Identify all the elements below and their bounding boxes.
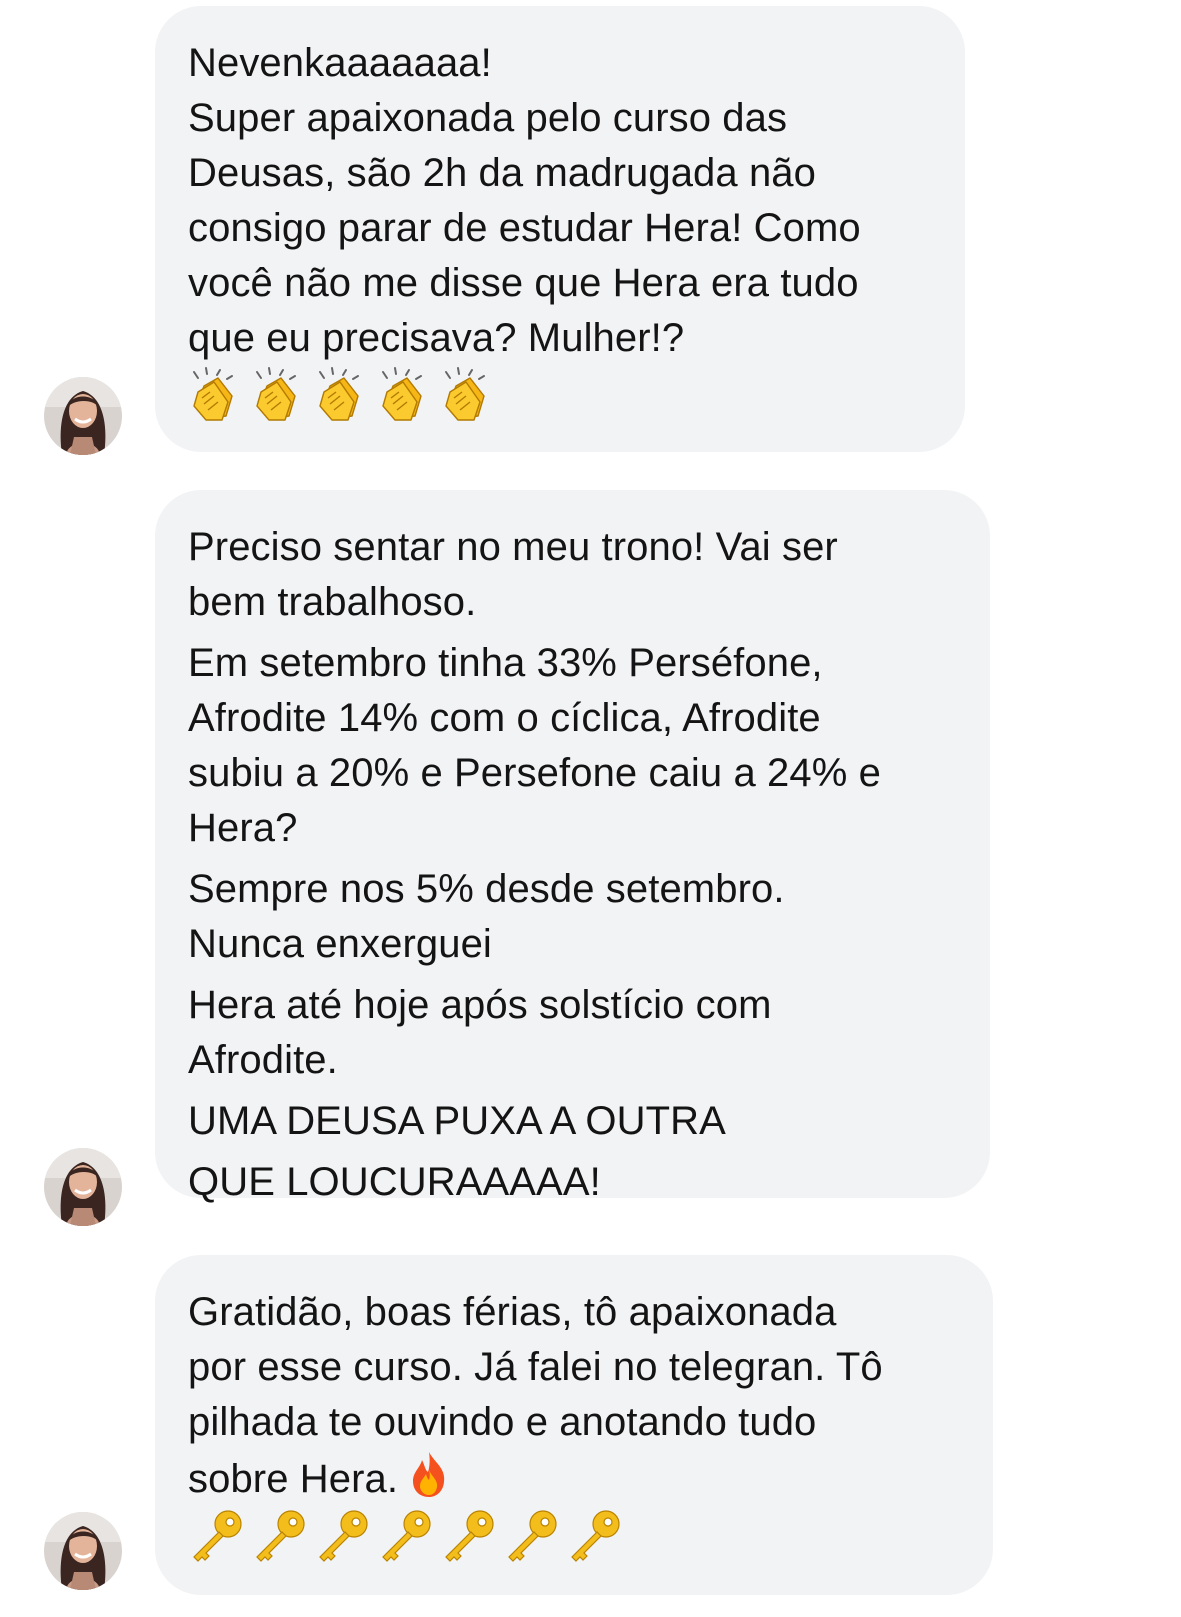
- message-line: QUE LOUCURAAAAA!: [188, 1160, 601, 1204]
- message-line: sobre Hera.: [188, 1450, 961, 1507]
- key-icon: [440, 1507, 498, 1565]
- message-line: Em setembro tinha 33% Perséfone,: [188, 641, 823, 685]
- message-bubble[interactable]: Nevenkaaaaaaa! Super apaixonada pelo cur…: [155, 6, 965, 452]
- avatar-photo: [44, 1512, 122, 1590]
- clapping-hands-icon: [377, 366, 435, 424]
- emoji-row: [188, 366, 933, 424]
- fire-icon: [410, 1450, 448, 1498]
- message-line: Nunca enxerguei: [188, 922, 492, 966]
- key-icon: [251, 1507, 309, 1565]
- message-line: consigo parar de estudar Hera! Como: [188, 206, 861, 250]
- message-line: Super apaixonada pelo curso das: [188, 96, 788, 140]
- message-line: pilhada te ouvindo e anotando tudo: [188, 1400, 817, 1444]
- message-bubble[interactable]: Preciso sentar no meu trono! Vai ser bem…: [155, 490, 990, 1204]
- message-line: UMA DEUSA PUXA A OUTRA: [188, 1099, 726, 1143]
- avatar[interactable]: [44, 1512, 122, 1590]
- message-line: bem trabalhoso.: [188, 580, 477, 624]
- clapping-hands-icon: [314, 366, 372, 424]
- emoji-row: [188, 1507, 961, 1565]
- message-line: que eu precisava? Mulher!?: [188, 316, 685, 360]
- avatar[interactable]: [44, 1148, 122, 1226]
- message-line: Preciso sentar no meu trono! Vai ser: [188, 525, 838, 569]
- avatar-photo: [44, 377, 122, 455]
- message-line: Sempre nos 5% desde setembro.: [188, 867, 785, 911]
- avatar-photo: [44, 1148, 122, 1226]
- message-line-text: sobre Hera.: [188, 1457, 399, 1501]
- clapping-hands-icon: [251, 366, 309, 424]
- message-bubble[interactable]: Gratidão, boas férias, tô apaixonada por…: [155, 1255, 993, 1595]
- clapping-hands-icon: [440, 366, 498, 424]
- key-icon: [377, 1507, 435, 1565]
- avatar[interactable]: [44, 377, 122, 455]
- key-icon: [188, 1507, 246, 1565]
- message-line: Hera?: [188, 806, 298, 850]
- message-line: Afrodite 14% com o cíclica, Afrodite: [188, 696, 821, 740]
- message-line: Hera até hoje após solstício com: [188, 983, 772, 1027]
- message-line: Afrodite.: [188, 1038, 338, 1082]
- message-line: por esse curso. Já falei no telegran. Tô: [188, 1345, 883, 1389]
- key-icon: [314, 1507, 372, 1565]
- message-line: subiu a 20% e Persefone caiu a 24% e: [188, 751, 881, 795]
- message-thread: Nevenkaaaaaaa! Super apaixonada pelo cur…: [0, 0, 1181, 1617]
- key-icon: [566, 1507, 624, 1565]
- key-icon: [503, 1507, 561, 1565]
- message-line: Gratidão, boas férias, tô apaixonada: [188, 1290, 837, 1334]
- message-line: Deusas, são 2h da madrugada não: [188, 151, 816, 195]
- message-line: Nevenkaaaaaaa!: [188, 41, 492, 85]
- message-line: você não me disse que Hera era tudo: [188, 261, 859, 305]
- clapping-hands-icon: [188, 366, 246, 424]
